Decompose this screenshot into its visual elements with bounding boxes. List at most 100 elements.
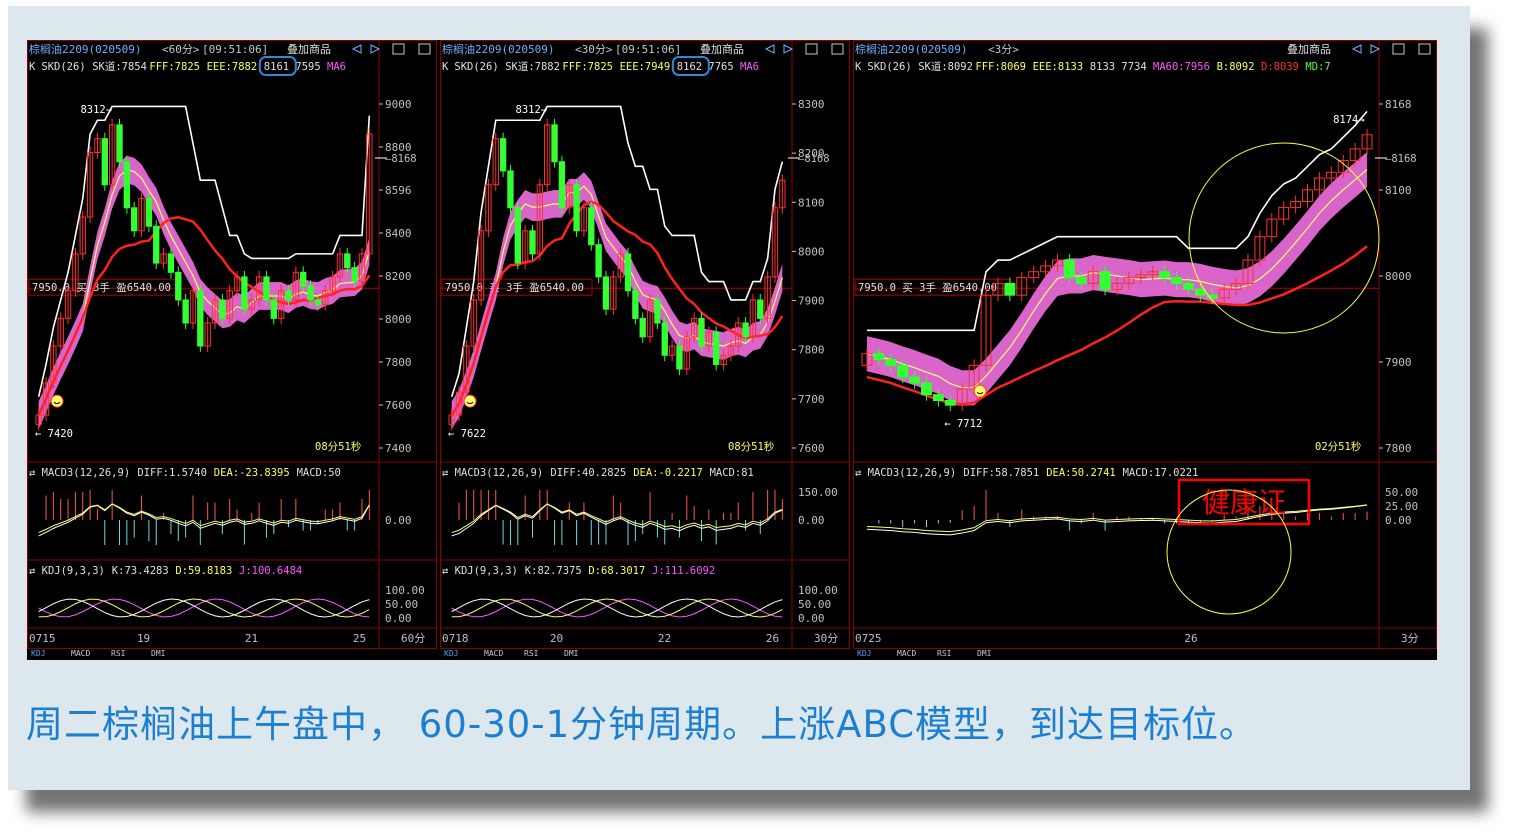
overlay-button: 叠加商品 [287,42,331,56]
kdj-value: D:68.3017 [588,565,645,577]
grid-icon[interactable] [392,43,405,55]
price-tick: 8100 [1385,184,1412,197]
arrow-right-icon[interactable] [370,44,381,54]
arrow-left-icon[interactable] [764,44,775,54]
window-icon[interactable] [418,43,431,55]
kdj-value: J:111.6092 [652,565,715,577]
indicator-value: SKD(26) [867,61,911,73]
tab-dmi: DMI [151,649,166,658]
indicator-value: FFF:7825 [149,61,200,73]
overlay-button: 叠加商品 [700,42,744,56]
countdown: 02分51秒 [1315,440,1362,453]
candle [661,316,668,362]
low-marker: ← 7712 [944,418,982,430]
indicator-value: 7734 [1121,61,1146,73]
tab-rsi: RSI [111,649,126,658]
candle [595,238,602,283]
date-tick: 19 [137,632,150,645]
arrow-left-icon[interactable] [351,44,362,54]
kdj-tick: 0.00 [798,612,825,625]
indicator-value: SK道:8092 [918,60,973,73]
indicator-value: MA6 [327,61,346,73]
candle [779,174,786,214]
candle [551,118,558,168]
price-tick: 8000 [1385,270,1412,283]
indicator-value: 8161 [264,61,289,73]
window-icon[interactable] [1418,43,1431,55]
channel-line [866,110,1368,332]
tab-macd: MACD [897,649,916,658]
candle [1004,277,1016,302]
candle [668,340,676,362]
price-tick: 7800 [1385,442,1412,455]
grid-icon[interactable] [1392,43,1405,55]
candle [175,266,182,306]
price-tick: 7700 [798,393,825,406]
indicator-value: FFF:7825 [562,61,613,73]
candle [624,247,632,297]
stamp-text: 健康证 [1202,486,1286,519]
indicator-value: K [442,61,449,73]
panel-border [440,40,850,649]
indicator-value: SKD(26) [454,61,498,73]
period-title: <30分> [575,43,613,56]
indicator-value: MA6 [740,61,759,73]
indicator-value: 8162 [677,61,702,73]
high-marker: 8174→ [1333,114,1365,126]
candle [1278,201,1290,226]
period-label: 3分 [1401,632,1419,645]
panel-30min: 棕榈油2209(020509) <30分> [09:51:06] 叠加商品 K SKD(2… [440,40,850,660]
macd-tick: 25.00 [1385,500,1418,513]
kdj-value: K:73.4283 [112,565,169,577]
indicator-value: 7595 [295,61,320,73]
symbol-title: 棕榈油2209(020509) [442,42,554,56]
candle [492,132,499,191]
indicator-value: D:8039 [1261,61,1299,73]
kdj-line [451,598,783,618]
panel-svg: 棕榈油2209(020509) <3分> 叠加商品 K SKD(26) SK道:8092 F… [853,40,1437,658]
channel-line [37,105,371,397]
smiley-icon [463,394,477,408]
macd-tick: 0.00 [385,514,412,527]
price-tick: 8596 [385,184,412,197]
right-mark: —8168 [385,153,417,165]
arrow-right-icon[interactable] [1370,44,1381,54]
price-tick: 8000 [385,313,412,326]
time-title: [09:51:06] [615,43,681,56]
indicator-value: MD:7 [1305,61,1330,73]
ma-long-line [37,216,371,416]
price-tick: 7600 [798,442,825,455]
tab-rsi: RSI [937,649,952,658]
candle [204,316,211,353]
period-label: 30分 [814,632,838,645]
candle [182,293,189,329]
low-marker: ← 7420 [35,428,73,440]
candle [101,132,108,191]
candle [602,270,610,316]
kdj-value: ⇄ KDJ(9,3,3) [29,565,105,577]
tab-kdj: KDJ [444,649,458,658]
tab-macd: MACD [484,649,503,658]
date-tick: 0718 [442,632,469,645]
price-tick: 8168 [1385,98,1412,111]
macd-value: ⇄ MACD3(12,26,9) [29,467,130,479]
candle [116,118,123,168]
date-tick: 20 [550,632,563,645]
macd-value: DIFF:40.2825 [550,467,626,479]
grid-icon[interactable] [805,43,818,55]
high-marker: 8312→ [80,104,112,116]
window-icon[interactable] [831,43,844,55]
arrow-left-icon[interactable] [1351,44,1362,54]
candle [485,178,492,237]
arrow-right-icon[interactable] [783,44,794,54]
date-tick: 22 [658,632,671,645]
candle [507,164,514,214]
candle [138,192,145,237]
date-tick: 26 [1184,632,1197,645]
macd-value: MACD:81 [710,467,754,479]
candle [639,312,646,343]
candle [160,247,167,270]
candle [123,155,131,214]
indicator-value: SK道:7854 [92,60,147,73]
macd-tick: 0.00 [798,514,825,527]
